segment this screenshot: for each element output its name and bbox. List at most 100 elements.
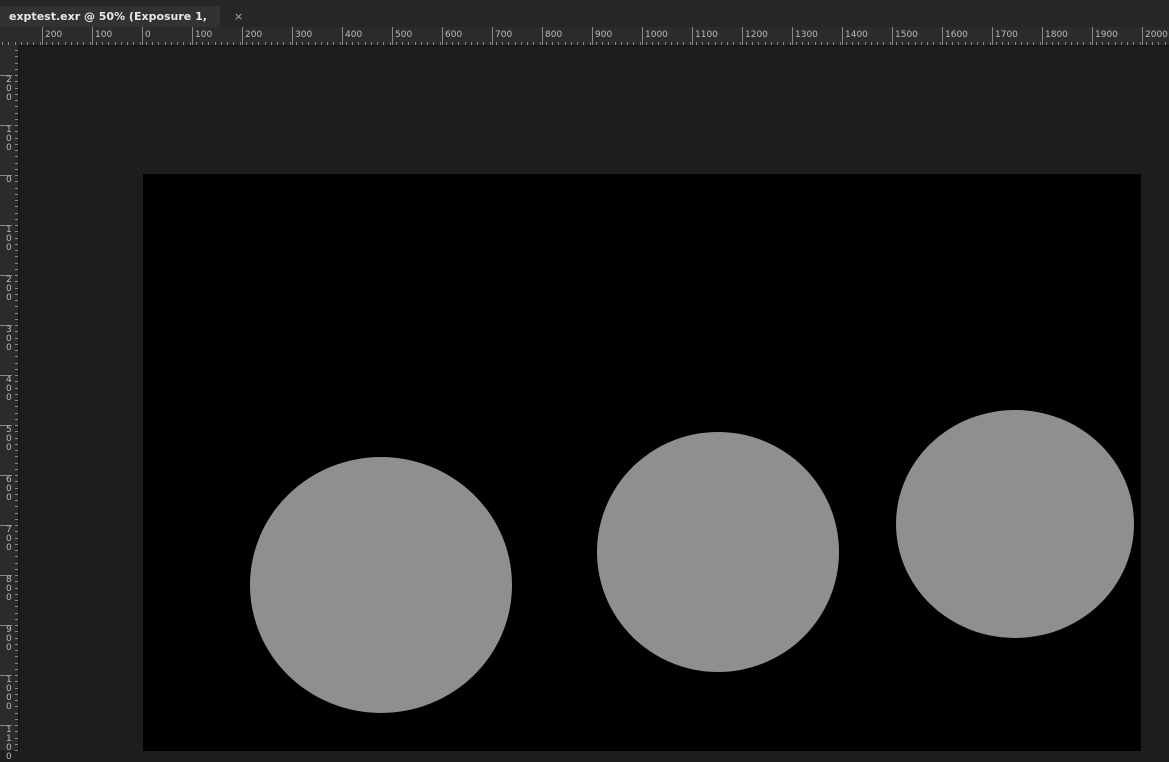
ruler-tick [308, 42, 310, 45]
ruler-tick [377, 42, 378, 45]
ruler-tick [15, 637, 18, 639]
ruler-tick [15, 712, 18, 714]
ruler-tick [15, 68, 18, 70]
ruler-tick [15, 287, 18, 289]
ruler-tick [15, 387, 18, 389]
ruler-tick [15, 725, 18, 726]
ruler-tick [389, 42, 391, 45]
ruler-tick [239, 42, 241, 45]
image-canvas[interactable] [143, 174, 1141, 751]
ruler-tick [958, 42, 960, 45]
ruler-tick [15, 425, 18, 426]
ruler-tick [1002, 42, 1003, 45]
ruler-tick [15, 681, 18, 683]
ruler-tick [539, 42, 541, 45]
ruler-tick [15, 718, 18, 720]
ruler-tick [15, 331, 18, 333]
ruler-tick [395, 42, 397, 45]
ruler-tick [15, 668, 18, 670]
ruler-tick [15, 418, 18, 420]
ruler-tick [15, 218, 18, 220]
ruler-tick [15, 606, 18, 608]
ruler-tick [15, 731, 18, 733]
ruler-tick [15, 187, 18, 189]
ruler-tick [15, 368, 18, 370]
ruler-tick [370, 42, 372, 45]
ruler-tick [845, 42, 847, 45]
ruler-tick [15, 206, 18, 208]
ruler-tick [15, 400, 18, 401]
ruler-tick [15, 112, 18, 114]
ruler-tick [908, 42, 910, 45]
ruler-tick [15, 531, 18, 533]
ruler-tick [283, 42, 285, 45]
ruler-left-label: 1100 [0, 725, 12, 762]
ruler-tick [15, 575, 18, 576]
ruler-tick [658, 42, 660, 45]
ruler-tick [264, 42, 266, 45]
ruler-tick [15, 293, 18, 295]
ruler-tick [15, 375, 18, 376]
ruler-tick [514, 42, 516, 45]
ruler-tick [15, 612, 18, 614]
ruler-tick [564, 42, 566, 45]
ruler-tick [1114, 42, 1116, 45]
ruler-tick [1095, 42, 1097, 45]
ruler-tick [883, 42, 885, 45]
ruler-tick [483, 42, 485, 45]
ruler-tick [802, 42, 803, 45]
gray-circle-2 [597, 432, 839, 672]
ruler-tick [739, 42, 741, 45]
ruler-tick [714, 42, 716, 45]
ruler-tick [15, 481, 18, 483]
vertical-ruler[interactable]: 200 100 0 100 200 300 400 500 600 700 800 900 1000 11… [0, 45, 19, 762]
ruler-tick [15, 150, 18, 151]
ruler-tick [833, 42, 835, 45]
ruler-tick [277, 42, 278, 45]
document-tab[interactable]: exptest.exr @ 50% (Exposure 1, RGB/16) * [0, 6, 220, 44]
ruler-tick [333, 42, 335, 45]
ruler-tick [695, 42, 697, 45]
ruler-tick [702, 42, 703, 45]
ruler-tick [1089, 42, 1091, 45]
ruler-tick [402, 42, 403, 45]
ruler-tick [570, 42, 572, 45]
ruler-tick [620, 42, 622, 45]
ruler-tick [77, 42, 78, 45]
ruler-tick [1083, 42, 1085, 45]
ruler-tick [15, 250, 18, 251]
ruler-tick [220, 42, 222, 45]
ruler-tick [145, 42, 147, 45]
ruler-tick [639, 42, 641, 45]
ruler-tick [1077, 42, 1078, 45]
ruler-tick [15, 93, 18, 95]
gray-circle-1 [250, 457, 512, 713]
ruler-tick [15, 381, 18, 383]
ruler-tick [720, 42, 722, 45]
ruler-tick [627, 42, 628, 45]
ruler-tick [114, 42, 116, 45]
ruler-tick [15, 662, 18, 664]
ruler-tick [677, 42, 678, 45]
ruler-tick [15, 81, 18, 83]
ruler-tick [20, 42, 22, 45]
horizontal-ruler[interactable]: 200 100 0 100 200 300 400 500 600 700 800 900 1000 11… [0, 27, 1169, 46]
ruler-tick [964, 42, 966, 45]
ruler-tick [733, 42, 735, 45]
ruler-tick [195, 42, 197, 45]
ruler-left-label: 800 [0, 575, 12, 603]
ruler-tick [1139, 42, 1141, 45]
ruler-tick [358, 42, 360, 45]
ruler-tick [783, 42, 785, 45]
ruler-tick [15, 600, 18, 601]
ruler-tick [15, 143, 18, 145]
ruler-tick [139, 42, 141, 45]
ruler-tick [15, 237, 18, 239]
ruler-tick [15, 268, 18, 270]
ruler-tick [852, 42, 853, 45]
ruler-tick [15, 168, 18, 170]
ruler-tick [15, 100, 18, 101]
ruler-tick [1058, 42, 1060, 45]
close-icon[interactable]: × [234, 6, 243, 27]
ruler-tick [15, 700, 18, 701]
